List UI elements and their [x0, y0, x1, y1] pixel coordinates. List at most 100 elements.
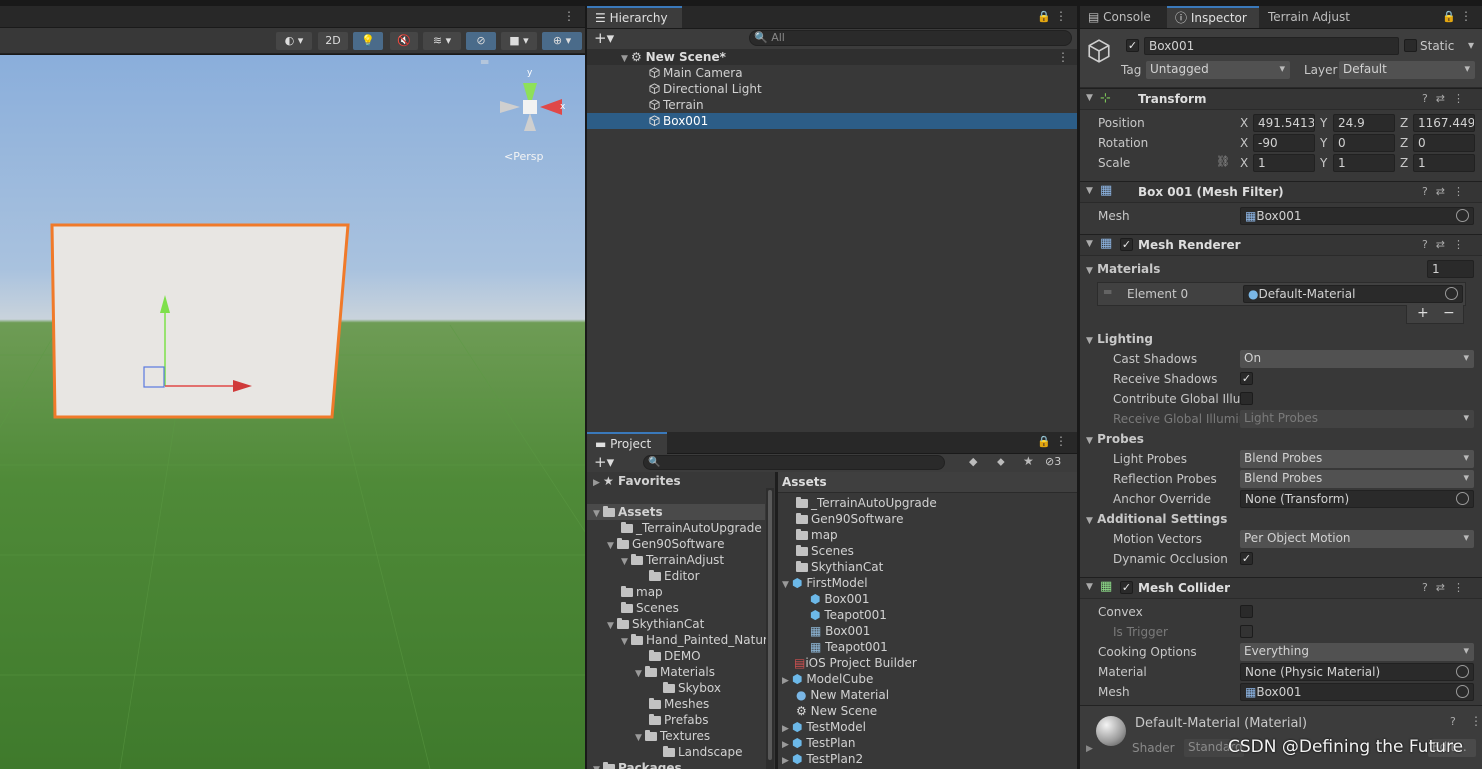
axis-x-label[interactable]: X	[1240, 116, 1248, 130]
shading-mode-button[interactable]: ◐ ▾	[276, 32, 312, 50]
tree-item[interactable]: ▼ Hand_Painted_Natur	[621, 632, 768, 648]
anchor-override-field[interactable]: None (Transform)	[1240, 490, 1474, 508]
tree-item[interactable]: Meshes	[649, 696, 709, 712]
asset-item[interactable]: ▼ ⬢ FirstModel	[782, 575, 868, 591]
component-menu-icons[interactable]: ?⇄⋮	[1422, 185, 1472, 198]
filter-by-type-icon[interactable]: ◆	[969, 455, 977, 468]
asset-item[interactable]: Scenes	[796, 543, 854, 559]
tree-item[interactable]: ▼ SkythianCat	[607, 616, 704, 632]
tab-console[interactable]: ▤ Console	[1080, 6, 1162, 28]
asset-item[interactable]: SkythianCat	[796, 559, 883, 575]
axis-z-label[interactable]: Z	[1400, 116, 1408, 130]
gameobject-icon[interactable]	[1086, 38, 1112, 64]
link-scale-icon[interactable]: ⛓	[1216, 155, 1230, 168]
asset-item[interactable]: ▶ ⬢ ModelCube	[782, 671, 873, 687]
asset-item[interactable]: ▶ ⬢ TestPlan2	[782, 751, 863, 767]
camera-icon[interactable]: ■ ▾	[501, 32, 537, 50]
tree-item[interactable]: Editor	[649, 568, 700, 584]
scale-x-field[interactable]: 1	[1253, 154, 1315, 172]
additional-settings-foldout[interactable]: ▼ Additional Settings	[1086, 512, 1227, 526]
hierarchy-item[interactable]: Directional Light	[587, 81, 1077, 97]
position-x-field[interactable]: 491.5413	[1253, 114, 1315, 132]
axis-z-label[interactable]: Z	[1400, 136, 1408, 150]
favorites-row[interactable]: ▶ ★ Favorites	[593, 473, 681, 489]
more-icon[interactable]: ⋮	[1470, 714, 1482, 728]
asset-item[interactable]: _TerrainAutoUpgrade	[796, 495, 937, 511]
tree-item[interactable]: ▼ Textures	[635, 728, 710, 744]
object-picker-icon[interactable]	[1456, 209, 1469, 222]
reflection-probes-dropdown[interactable]: Blend Probes	[1240, 470, 1474, 488]
probes-foldout[interactable]: ▼ Probes	[1086, 432, 1144, 446]
audio-toggle-icon[interactable]: 🔇	[390, 32, 418, 50]
add-icon[interactable]: +▾	[594, 454, 614, 470]
toggle-2d-button[interactable]: 2D	[318, 32, 348, 50]
scale-z-field[interactable]: 1	[1413, 154, 1475, 172]
scene-row[interactable]: ▼ ⚙ New Scene* ⋮	[587, 49, 1077, 65]
remove-element-button[interactable]: −	[1443, 305, 1455, 321]
hidden-packages-icon[interactable]: ⊘3	[1045, 455, 1061, 468]
footer-fold-icon[interactable]: ▶	[1086, 744, 1093, 754]
lighting-toggle-icon[interactable]: 💡	[353, 32, 383, 50]
active-checkbox[interactable]: ✓	[1126, 39, 1139, 52]
rotation-z-field[interactable]: 0	[1413, 134, 1475, 152]
assets-root-row[interactable]: ▼ Assets	[587, 504, 765, 520]
mesh-filter-header[interactable]: ▼ ▦ Box 001 (Mesh Filter) ?⇄⋮	[1080, 181, 1482, 203]
convex-checkbox[interactable]	[1240, 605, 1253, 618]
add-element-button[interactable]: +	[1417, 305, 1429, 321]
mesh-renderer-enabled-checkbox[interactable]: ✓	[1120, 238, 1133, 251]
tree-item[interactable]: DEMO	[649, 648, 701, 664]
tree-item[interactable]: ▼ Materials	[635, 664, 715, 680]
drag-handle-icon[interactable]: ═	[1104, 285, 1111, 299]
lighting-foldout[interactable]: ▼ Lighting	[1086, 332, 1153, 346]
tree-item[interactable]: Landscape	[663, 744, 742, 760]
physic-material-field[interactable]: None (Physic Material)	[1240, 663, 1474, 681]
material-preview-sphere[interactable]	[1096, 716, 1126, 746]
static-checkbox[interactable]	[1404, 39, 1417, 52]
asset-item[interactable]: ▶ ⬢ TestPlan	[782, 735, 855, 751]
asset-item[interactable]: Gen90Software	[796, 511, 903, 527]
object-picker-icon[interactable]	[1456, 665, 1469, 678]
tree-item[interactable]: _TerrainAutoUpgrade	[621, 520, 762, 536]
mesh-collider-enabled-checkbox[interactable]: ✓	[1120, 581, 1133, 594]
component-menu-icons[interactable]: ?⇄⋮	[1422, 581, 1472, 594]
more-icon[interactable]: ⋮	[1460, 9, 1472, 23]
position-z-field[interactable]: 1167.449	[1413, 114, 1475, 132]
cooking-options-dropdown[interactable]: Everything	[1240, 643, 1474, 661]
lock-icon[interactable]: 🔒	[1037, 435, 1051, 448]
tree-scrollbar[interactable]	[766, 488, 774, 769]
asset-item[interactable]: ▦ Teapot001	[810, 639, 888, 655]
asset-item[interactable]: ▶ ⬢ TestModel	[782, 719, 866, 735]
collider-mesh-field[interactable]: ▦Box001	[1240, 683, 1474, 701]
filter-by-label-icon[interactable]: ⬥	[997, 455, 1005, 469]
tab-project[interactable]: ▬ Project	[587, 432, 667, 454]
object-name-field[interactable]: Box001	[1144, 37, 1399, 55]
cast-shadows-dropdown[interactable]: On	[1240, 350, 1474, 368]
dynamic-occlusion-checkbox[interactable]: ✓	[1240, 552, 1253, 565]
hierarchy-search-input[interactable]: 🔍 All	[749, 30, 1072, 46]
transform-header[interactable]: ▼ ⊹ Transform ?⇄⋮	[1080, 88, 1482, 110]
axis-y-label[interactable]: Y	[1320, 136, 1327, 150]
asset-item[interactable]: ⚙ New Scene	[796, 703, 877, 719]
more-icon[interactable]: ⋮	[563, 9, 575, 23]
tree-item[interactable]: ▼ Gen90Software	[607, 536, 724, 552]
contribute-gi-checkbox[interactable]	[1240, 392, 1253, 405]
layer-dropdown[interactable]: Default	[1339, 61, 1475, 79]
light-probes-dropdown[interactable]: Blend Probes	[1240, 450, 1474, 468]
object-picker-icon[interactable]	[1445, 287, 1458, 300]
hidden-toggle-icon[interactable]: ⊘	[466, 32, 496, 50]
asset-item[interactable]: ⬢ Teapot001	[810, 607, 887, 623]
axis-x-label[interactable]: X	[1240, 136, 1248, 150]
more-icon[interactable]: ⋮	[1055, 434, 1067, 448]
lock-icon[interactable]: 🔒	[1037, 10, 1051, 23]
effects-toggle-icon[interactable]: ≋ ▾	[423, 32, 461, 50]
asset-item[interactable]: map	[796, 527, 838, 543]
help-icon[interactable]: ?	[1450, 715, 1456, 728]
favorite-star-icon[interactable]: ★	[1023, 454, 1034, 468]
tab-inspector[interactable]: ⓘ Inspector	[1167, 6, 1259, 28]
tab-terrain-adjust[interactable]: Terrain Adjust	[1260, 6, 1370, 28]
tab-hierarchy[interactable]: ☰ Hierarchy	[587, 6, 682, 28]
tag-dropdown[interactable]: Untagged	[1146, 61, 1290, 79]
mesh-renderer-header[interactable]: ▼ ▦ ✓ Mesh Renderer ?⇄⋮	[1080, 234, 1482, 256]
more-icon[interactable]: ⋮	[1055, 9, 1067, 23]
packages-row[interactable]: ▼Packages	[593, 760, 682, 769]
